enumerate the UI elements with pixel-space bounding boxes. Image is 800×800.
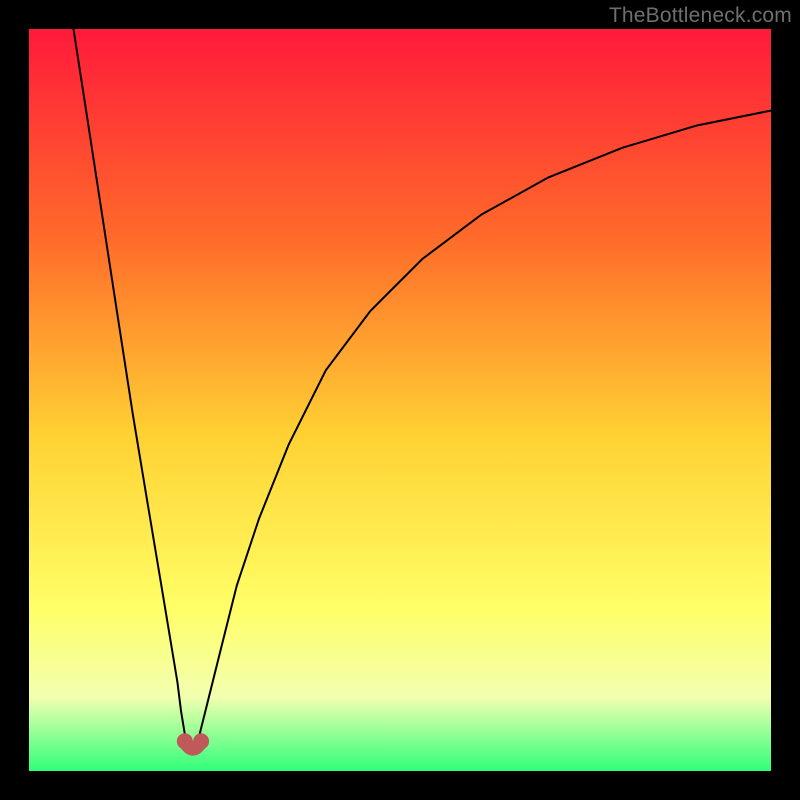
- highlight-right-dot: [193, 733, 209, 749]
- attribution-text: TheBottleneck.com: [609, 4, 792, 28]
- gradient-background: [29, 29, 771, 771]
- bottleneck-plot: [29, 29, 771, 771]
- plot-frame: [29, 29, 771, 771]
- highlight-left-dot: [177, 733, 193, 749]
